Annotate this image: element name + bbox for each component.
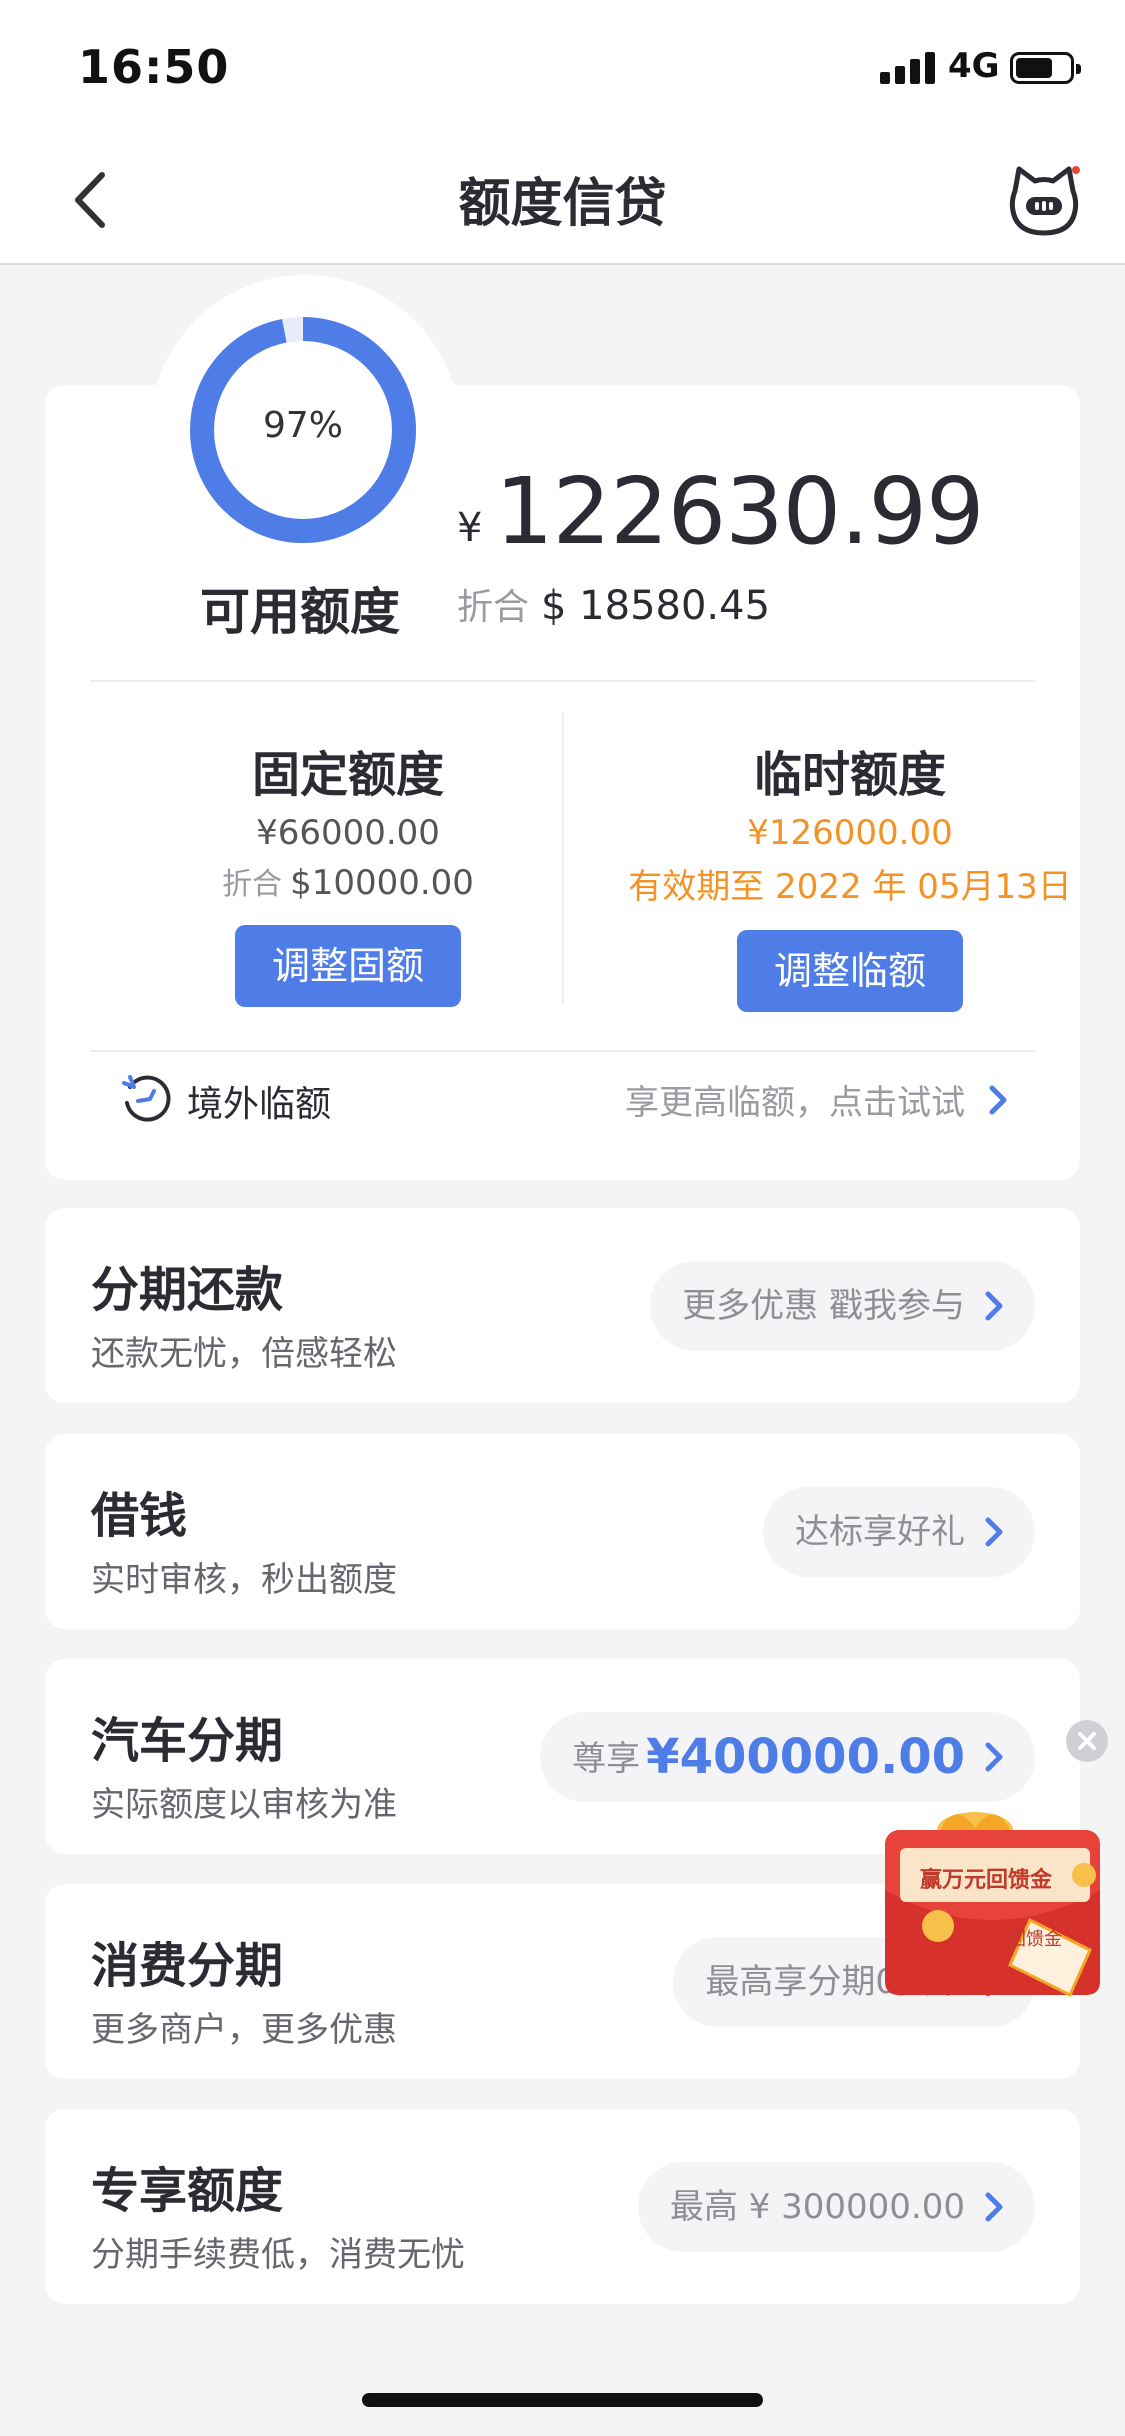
fixed-quota-amount: ¥66000.00	[256, 813, 440, 853]
service-card-borrow[interactable]: 借钱 实时审核，秒出额度 达标享好礼	[45, 1434, 1080, 1629]
promo-tag: 回馈金	[1008, 1929, 1062, 1950]
nav-bar: 额度信贷	[0, 135, 1125, 265]
overseas-quota-row[interactable]: 境外临额 享更高临额，点击试试	[45, 1045, 1080, 1155]
available-credit-usd: 折合 $ 18580.45	[457, 578, 770, 630]
clock-refresh-icon	[122, 1075, 171, 1122]
status-bar: 16:50 4G	[0, 0, 1125, 135]
service-title: 汽车分期	[91, 1713, 284, 1769]
available-credit-amount: 122630.99	[495, 458, 985, 565]
service-subtitle: 还款无忧，倍感轻松	[91, 1334, 397, 1374]
usd-amount: $10000.00	[290, 863, 474, 903]
usd-prefix: 折合	[222, 867, 283, 902]
usage-percent-label: 97%	[262, 405, 343, 446]
divider	[562, 712, 564, 1004]
battery-icon	[1010, 52, 1081, 84]
promo-close-button[interactable]	[1066, 1720, 1108, 1762]
service-subtitle: 分期手续费低，消费无忧	[91, 2235, 465, 2275]
usd-amount: $ 18580.45	[541, 583, 771, 629]
red-envelope-promo[interactable]	[860, 1800, 1125, 2005]
service-title: 借钱	[91, 1488, 188, 1544]
chevron-right-icon	[985, 1742, 1003, 1772]
pill-text: 尊享	[572, 1739, 641, 1779]
pill-text: 达标享好礼	[795, 1512, 965, 1552]
service-title: 消费分期	[91, 1938, 284, 1994]
home-indicator	[362, 2393, 763, 2407]
service-title: 专享额度	[91, 2163, 284, 2219]
service-subtitle: 实际额度以审核为准	[91, 1785, 397, 1825]
chevron-right-icon	[985, 1291, 1003, 1321]
fixed-quota-title: 固定额度	[251, 747, 444, 803]
service-card-installment-repay[interactable]: 分期还款 还款无忧，倍感轻松 更多优惠 戳我参与	[45, 1208, 1080, 1403]
currency-symbol: ¥	[457, 505, 483, 551]
promo-title: 赢万元回馈金	[920, 1867, 1053, 1893]
fixed-quota-section: 固定额度 ¥66000.00 折合 $10000.00 调整固额	[138, 735, 558, 1007]
chevron-right-icon	[985, 1517, 1003, 1547]
adjust-temp-quota-button[interactable]: 调整临额	[737, 930, 963, 1012]
status-time: 16:50	[78, 40, 230, 94]
cat-face-icon	[1009, 166, 1080, 236]
chevron-right-icon	[989, 1085, 1007, 1115]
usd-prefix: 折合	[457, 587, 530, 628]
chevron-right-icon	[985, 2192, 1003, 2222]
temp-quota-title: 临时额度	[753, 747, 946, 803]
network-type: 4G	[948, 46, 1000, 86]
service-promo-pill[interactable]: 达标享好礼	[763, 1487, 1035, 1577]
adjust-fixed-quota-button[interactable]: 调整固额	[235, 925, 461, 1007]
overseas-quota-hint: 享更高临额，点击试试	[625, 1083, 965, 1123]
page-title: 额度信贷	[458, 174, 667, 234]
service-card-exclusive-quota[interactable]: 专享额度 分期手续费低，消费无忧 最高 ¥ 300000.00	[45, 2109, 1080, 2304]
close-icon	[1078, 1732, 1096, 1750]
pill-text: 更多优惠 戳我参与	[682, 1286, 965, 1326]
service-subtitle: 更多商户，更多优惠	[91, 2010, 397, 2050]
service-promo-pill[interactable]: 更多优惠 戳我参与	[650, 1261, 1035, 1351]
fixed-quota-usd: 折合 $10000.00	[138, 859, 558, 903]
service-promo-pill[interactable]: 最高 ¥ 300000.00	[637, 2162, 1035, 2252]
temp-quota-validity: 有效期至 2022 年 05月13日	[628, 867, 1072, 907]
divider	[90, 680, 1035, 682]
signal-icon	[880, 52, 938, 84]
overseas-quota-label: 境外临额	[187, 1084, 332, 1125]
pill-highlight-amount: ¥400000.00	[646, 1729, 965, 1785]
pill-text: 最高 ¥ 300000.00	[669, 2187, 965, 2227]
customer-service-button[interactable]	[1005, 161, 1083, 239]
available-credit-label: 可用额度	[200, 583, 400, 641]
service-promo-pill[interactable]: 尊享 ¥400000.00	[540, 1712, 1035, 1802]
temp-quota-amount: ¥126000.00	[747, 813, 953, 853]
service-title: 分期还款	[91, 1262, 284, 1318]
service-subtitle: 实时审核，秒出额度	[91, 1560, 397, 1600]
temp-quota-section: 临时额度 ¥126000.00 有效期至 2022 年 05月13日 调整临额	[605, 735, 1095, 1012]
